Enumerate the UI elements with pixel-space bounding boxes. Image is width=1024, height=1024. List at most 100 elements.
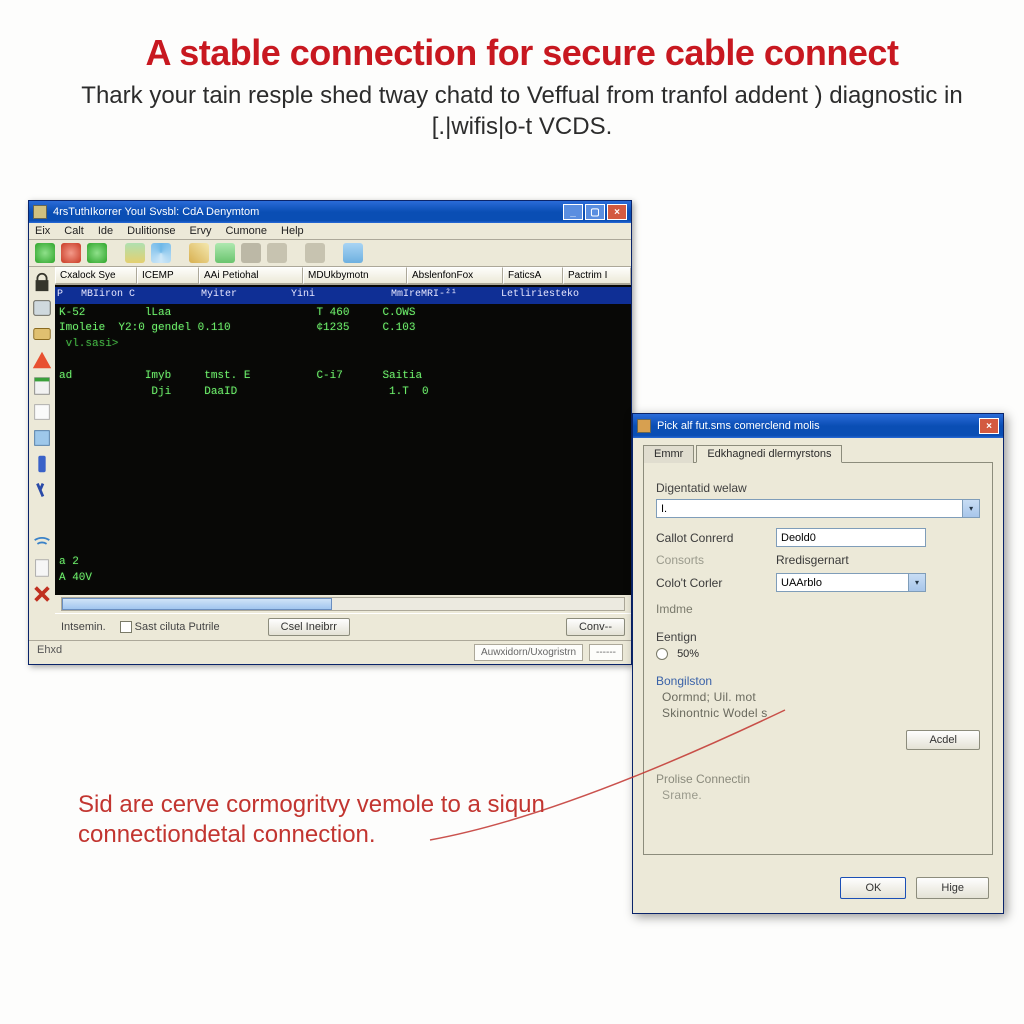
terminal-header-row: P MBIiron C Myiter Yini MmIreMRI-²¹ Letl… [55,287,631,304]
sort-checkbox-label: Sast ciluta Putrile [135,621,220,633]
terminal[interactable]: P MBIiron C Myiter Yini MmIreMRI-²¹ Letl… [55,285,631,595]
callot-input[interactable] [776,528,926,547]
tab-bar: Emmr Edkhagnedi dlermyrstons [643,444,993,462]
titlebar[interactable]: 4rsTuthIkorrer YouI Svsbl: CdA Denymtom … [29,201,631,223]
maximize-button[interactable]: ▢ [585,204,605,220]
tab-emmr[interactable]: Emmr [643,445,694,463]
col-header[interactable]: AAi Petiohal [199,267,303,284]
x-icon[interactable] [31,583,53,605]
col-header[interactable]: ICEMP [137,267,199,284]
shuffle-icon[interactable] [125,243,145,263]
consort-label: Consorts [656,553,766,567]
terminal-row: Dji DaaID 1.T 0 [59,385,627,401]
menu-item[interactable]: Dulitionse [127,225,175,237]
menubar: Eix Calt Ide Dulitionse Ervy Cumone Help [29,223,631,240]
terminal-row: ad Imyb tmst. E C-i7 Saitia [59,369,627,385]
menu-item[interactable]: Help [281,225,304,237]
menu-item[interactable]: Cumone [225,225,267,237]
diag-label: Digentatid welaw [656,481,980,495]
warn-icon[interactable] [31,349,53,371]
minimize-button[interactable]: _ [563,204,583,220]
card-icon[interactable] [31,323,53,345]
th-cell: P [57,288,81,303]
annotation-caption: Sid are cerve cormogritvy vemole to a si… [78,790,598,850]
note-icon[interactable] [343,243,363,263]
bongl-label: Bongilston [656,674,980,688]
wifi-icon[interactable] [31,531,53,553]
terminal-row: K-52 lLaa T 460 C.OWS [59,306,627,322]
column-headers: Cxalock Sye ICEMP AAi Petiohal MDUkbymot… [55,267,631,285]
app-icon [33,205,47,219]
window-title: 4rsTuthIkorrer YouI Svsbl: CdA Denymtom [53,206,563,218]
col-header[interactable]: Cxalock Sye [55,267,137,284]
window-icon[interactable] [305,243,325,263]
status-text: Intsemin. [61,621,106,633]
pencil-icon[interactable] [189,243,209,263]
menu-item[interactable]: Ervy [189,225,211,237]
terminal-row [59,353,627,369]
dialog-close-button[interactable]: × [979,418,999,434]
scrollbar-thumb[interactable] [62,598,332,610]
dialog-titlebar[interactable]: Pick alf fut.sms comerclend molis × [633,414,1003,438]
sidebar [29,267,55,640]
menu-item[interactable]: Ide [98,225,113,237]
terminal-row: vl.sasi> [59,337,627,353]
color-select[interactable] [776,573,908,592]
dialog-title: Pick alf fut.sms comerclend molis [657,420,979,432]
callot-label: Callot Conrerd [656,531,766,545]
chevron-down-icon[interactable]: ▾ [962,499,980,518]
back-icon[interactable] [35,243,55,263]
forward-icon[interactable] [87,243,107,263]
spreadsheet-icon[interactable] [31,375,53,397]
col-header[interactable]: Pactrim I [563,267,631,284]
status-line: Intsemin. Sast ciluta Putrile Csel Ineib… [55,613,631,640]
phone-icon[interactable] [31,453,53,475]
code-icon[interactable] [267,243,287,263]
entry-radio-label: 50% [677,648,699,660]
acdel-button[interactable]: Acdel [906,730,980,750]
stop-icon[interactable] [61,243,81,263]
col-header[interactable]: FaticsA [503,267,563,284]
col-header[interactable]: MDUkbymotn [303,267,407,284]
menu-item[interactable]: Calt [64,225,84,237]
tab-panel: Digentatid welaw ▾ Callot Conrerd Consor… [643,462,993,855]
th-cell: MBIiron C [81,288,201,303]
status-segment: Auwxidorn/Uxogristrn [474,644,583,661]
toolbar [29,240,631,267]
bongl-line: Skinontnic Wodel s [656,706,980,720]
main-window: 4rsTuthIkorrer YouI Svsbl: CdA Denymtom … [28,200,632,665]
chevron-down-icon[interactable]: ▾ [908,573,926,592]
blank2-icon[interactable] [31,609,53,631]
blank-icon[interactable] [31,505,53,527]
chart-icon[interactable] [31,427,53,449]
sort-checkbox[interactable] [120,621,132,633]
camera-icon[interactable] [241,243,261,263]
csel-button[interactable]: Csel Ineibrr [268,618,350,636]
help-button[interactable]: Hige [916,877,989,899]
box-icon[interactable] [31,401,53,423]
statusbar: Ehxd Auwxidorn/Uxogristrn ------ [29,640,631,664]
doc-icon[interactable] [31,557,53,579]
col-header[interactable]: AbslenfonFox [407,267,503,284]
headline-title: A stable connection for secure cable con… [70,32,974,74]
bongl-line: Oormnd; Uil. mot [656,690,980,704]
conv-button[interactable]: Conv-- [566,618,625,636]
lock-icon[interactable] [31,271,53,293]
entry-radio[interactable] [656,648,668,660]
diag-input[interactable] [656,499,962,518]
redesign-label: Rredisgernart [776,553,849,567]
wand-icon[interactable] [215,243,235,263]
status-segment: ------ [589,644,623,661]
tab-edk[interactable]: Edkhagnedi dlermyrstons [696,445,842,463]
terminal-row: Imoleie Y2:0 gendel 0.110 ¢1235 C.103 [59,321,627,337]
list-icon[interactable] [31,297,53,319]
refresh-icon[interactable] [151,243,171,263]
lambda-icon[interactable] [31,479,53,501]
index-label: Imdme [656,602,980,616]
h-scrollbar[interactable] [61,597,625,611]
th-cell: Myiter [201,288,291,303]
th-cell: Letliriesteko [501,288,629,303]
ok-button[interactable]: OK [840,877,906,899]
menu-item[interactable]: Eix [35,225,50,237]
close-button[interactable]: × [607,204,627,220]
